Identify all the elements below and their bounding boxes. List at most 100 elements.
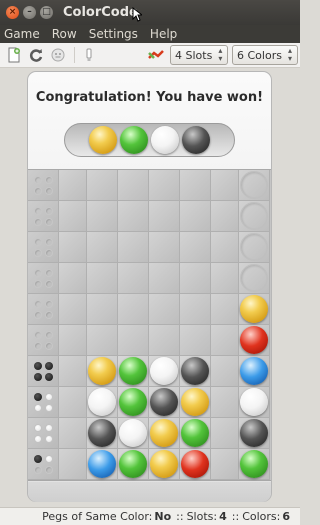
guess-slot[interactable] <box>118 232 149 263</box>
maximize-window-button[interactable]: □ <box>40 6 53 19</box>
guess-slot[interactable] <box>180 170 211 201</box>
colors-select[interactable]: 6 Colors ▴ ▾ <box>232 45 298 65</box>
guess-slot[interactable] <box>149 356 180 387</box>
slots-select[interactable]: 4 Slots ▴ ▾ <box>170 45 228 65</box>
guess-ball-green <box>119 388 147 416</box>
palette-ball-blue[interactable] <box>240 357 268 385</box>
guess-slot[interactable] <box>118 201 149 232</box>
spacer-cell <box>211 418 239 449</box>
guess-slot[interactable] <box>149 294 180 325</box>
hint-icon[interactable] <box>81 47 97 63</box>
spin-arrows-icon: ▴ ▾ <box>218 46 223 63</box>
guess-ball-black <box>150 388 178 416</box>
guess-slot[interactable] <box>118 418 149 449</box>
restart-icon[interactable] <box>28 47 44 63</box>
palette-ball-white[interactable] <box>240 388 268 416</box>
color-palette-cell[interactable] <box>239 449 270 480</box>
guess-slot[interactable] <box>118 263 149 294</box>
menu-settings[interactable]: Settings <box>89 27 138 41</box>
feedback-peg-hole <box>34 311 42 319</box>
guess-slot[interactable] <box>87 449 118 480</box>
hint-cell <box>28 170 59 201</box>
guess-ball-black <box>181 357 209 385</box>
guess-slot[interactable] <box>149 449 180 480</box>
guess-slot[interactable] <box>118 449 149 480</box>
feedback-peg-hole <box>34 207 42 215</box>
color-palette-cell[interactable] <box>239 387 270 418</box>
guess-slot[interactable] <box>180 356 211 387</box>
guess-slot[interactable] <box>87 294 118 325</box>
feedback-peg-hole <box>45 238 53 246</box>
minimize-window-button[interactable]: – <box>23 6 36 19</box>
guess-slot[interactable] <box>180 387 211 418</box>
guess-slot[interactable] <box>149 170 180 201</box>
close-window-button[interactable]: × <box>6 6 19 19</box>
feedback-peg-hole <box>45 300 53 308</box>
spacer-cell <box>59 232 87 263</box>
color-palette-cell[interactable] <box>239 294 270 325</box>
guess-slot[interactable] <box>87 418 118 449</box>
guess-slot[interactable] <box>87 201 118 232</box>
robot-solver-icon[interactable] <box>50 47 66 63</box>
spacer-cell <box>59 356 87 387</box>
guess-ball-green <box>119 450 147 478</box>
guess-slot[interactable] <box>118 294 149 325</box>
menu-game[interactable]: Game <box>4 27 40 41</box>
guess-slot[interactable] <box>149 387 180 418</box>
guess-slot[interactable] <box>180 263 211 294</box>
feedback-peg-hole <box>45 331 53 339</box>
guess-slot[interactable] <box>149 325 180 356</box>
guess-slot[interactable] <box>87 170 118 201</box>
color-palette-cell[interactable] <box>239 170 270 201</box>
guess-slot[interactable] <box>118 356 149 387</box>
feedback-peg-white <box>45 455 53 463</box>
guess-slot[interactable] <box>180 325 211 356</box>
guess-slot[interactable] <box>149 418 180 449</box>
guess-slot[interactable] <box>149 263 180 294</box>
color-palette-cell[interactable] <box>239 356 270 387</box>
new-game-icon[interactable] <box>6 47 22 63</box>
menu-help[interactable]: Help <box>150 27 177 41</box>
guess-slot[interactable] <box>149 232 180 263</box>
menu-row[interactable]: Row <box>52 27 77 41</box>
guess-slot[interactable] <box>118 170 149 201</box>
feedback-peg-black <box>34 362 42 370</box>
guess-slot[interactable] <box>87 325 118 356</box>
palette-ball-green[interactable] <box>240 450 268 478</box>
feedback-peg-black <box>34 373 42 381</box>
guess-slot[interactable] <box>118 387 149 418</box>
guess-slot[interactable] <box>87 263 118 294</box>
guess-slot[interactable] <box>180 294 211 325</box>
spacer-cell <box>211 294 239 325</box>
palette-ball-red[interactable] <box>240 326 268 354</box>
spacer-cell <box>59 170 87 201</box>
color-palette-cell[interactable] <box>239 418 270 449</box>
colors-select-value: 6 Colors <box>237 48 282 62</box>
hint-cell <box>28 294 59 325</box>
color-palette-cell[interactable] <box>239 201 270 232</box>
guess-slot[interactable] <box>180 232 211 263</box>
guess-slot[interactable] <box>180 449 211 480</box>
guess-slot[interactable] <box>87 356 118 387</box>
guess-slot[interactable] <box>87 387 118 418</box>
guess-slot[interactable] <box>180 201 211 232</box>
guess-slot[interactable] <box>118 325 149 356</box>
spacer-cell <box>211 201 239 232</box>
guess-ball-yellow <box>150 450 178 478</box>
guess-ball-yellow <box>88 357 116 385</box>
feedback-peg-hole <box>34 249 42 257</box>
color-palette-cell[interactable] <box>239 263 270 294</box>
feedback-peg-hole <box>34 342 42 350</box>
guess-ball-yellow <box>181 388 209 416</box>
guess-slot[interactable] <box>87 232 118 263</box>
guess-ball-blue <box>88 450 116 478</box>
palette-ball-yellow[interactable] <box>240 295 268 323</box>
palette-ball-black[interactable] <box>240 419 268 447</box>
spacer-cell <box>59 201 87 232</box>
color-palette-cell[interactable] <box>239 232 270 263</box>
shuffle-icon[interactable] <box>148 47 164 63</box>
guess-slot[interactable] <box>180 418 211 449</box>
color-palette-cell[interactable] <box>239 325 270 356</box>
guess-slot[interactable] <box>149 201 180 232</box>
spacer-cell <box>59 294 87 325</box>
